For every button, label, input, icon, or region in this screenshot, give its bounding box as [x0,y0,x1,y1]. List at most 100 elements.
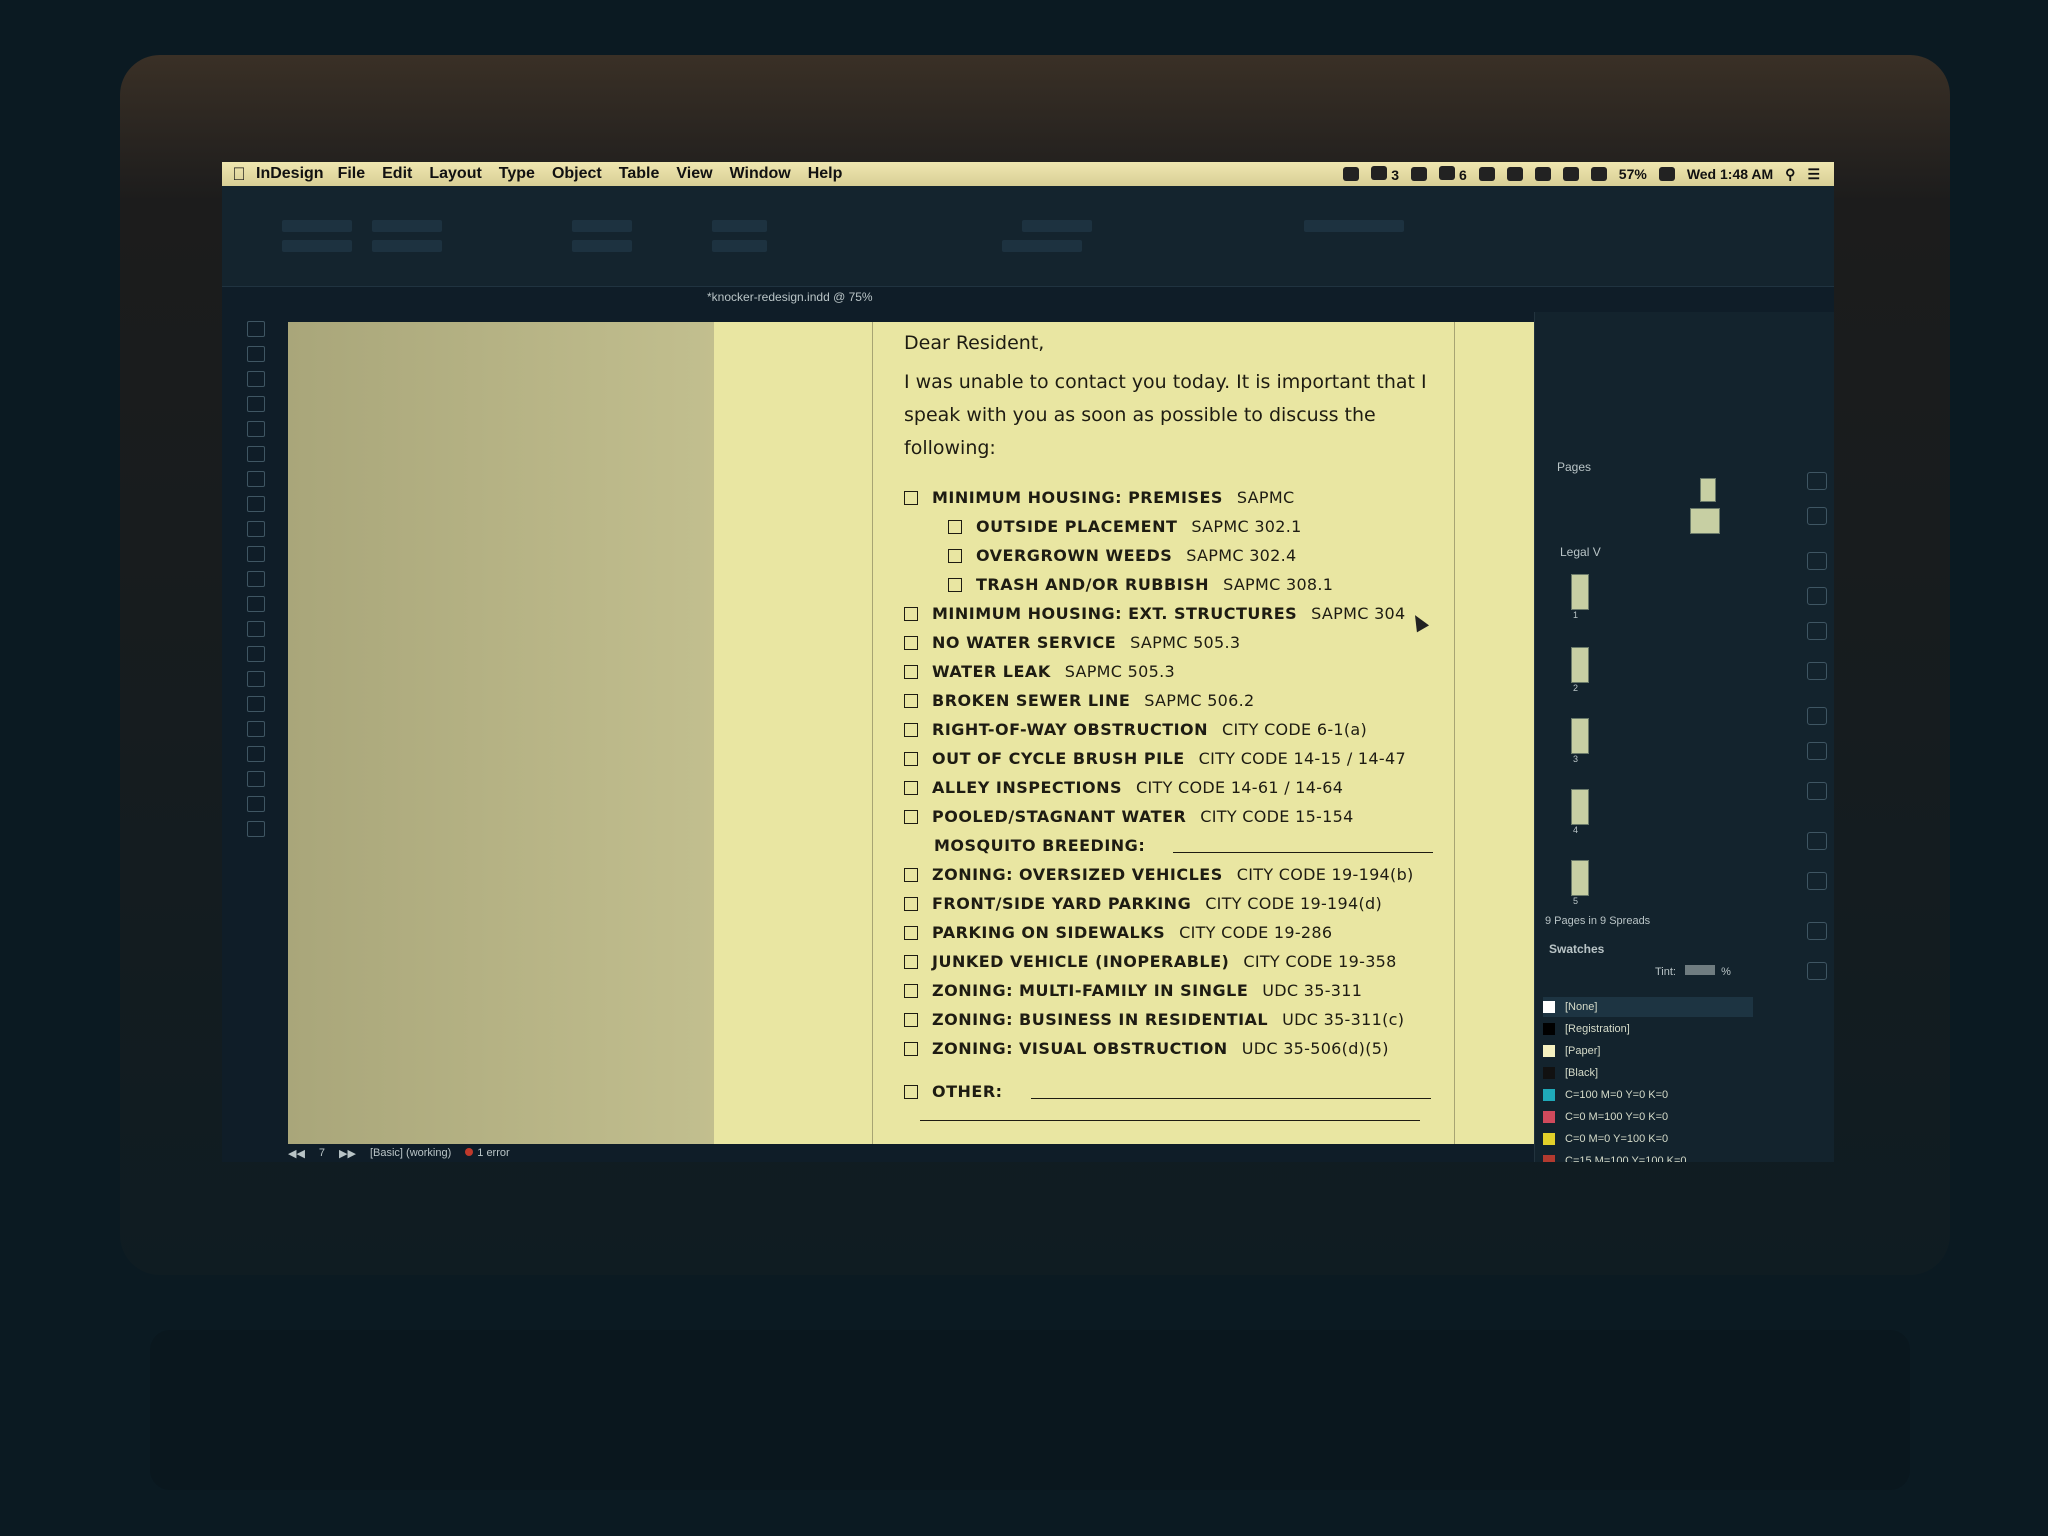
bluetooth-icon[interactable] [1534,167,1551,181]
y-position-field[interactable] [282,240,352,252]
note-tool-icon[interactable] [247,671,265,687]
menu-edit[interactable]: Edit [382,165,412,183]
next-page-icon[interactable]: ▶▶ [339,1147,356,1160]
menu-type[interactable]: Type [499,165,535,183]
links-panel-icon[interactable] [1807,507,1827,525]
menu-table[interactable]: Table [619,165,660,183]
page-thumb[interactable] [1571,574,1589,610]
dropbox-icon[interactable] [1343,167,1360,181]
menu-view[interactable]: View [676,165,712,183]
stroke-panel-icon[interactable] [1807,552,1827,570]
menu-window[interactable]: Window [730,165,791,183]
object-style-select[interactable] [1304,220,1404,232]
letter-text-frame[interactable]: Dear Resident, I was unable to contact y… [904,332,1464,1121]
stroke-weight-field[interactable] [1022,220,1092,232]
swatch-row[interactable]: C=0 M=100 Y=0 K=0 [1543,1107,1753,1127]
master-name[interactable]: Legal V [1560,545,1601,559]
menu-object[interactable]: Object [552,165,602,183]
swatch-row[interactable]: C=15 M=100 Y=100 K=0 [1543,1151,1753,1162]
preflight-status[interactable]: 1 error [465,1147,510,1159]
checkbox [948,577,962,592]
menu-layout[interactable]: Layout [429,165,481,183]
fill-stroke-icon[interactable] [247,771,265,787]
swatch-row[interactable]: [Registration] [1543,1019,1753,1039]
page-thumb[interactable] [1571,789,1589,825]
pages-panel-title[interactable]: Pages [1557,460,1591,474]
shear-field[interactable] [712,240,767,252]
pathfinder-panel-icon[interactable] [1807,742,1827,760]
content-collector-icon[interactable] [247,396,265,412]
display-icon[interactable] [1478,167,1495,181]
first-page-icon[interactable]: ◀◀ [288,1147,305,1160]
battery-percent[interactable]: 57% [1619,166,1647,182]
item-code: SAPMC 302.4 [1186,546,1297,565]
adobe-menu[interactable]: 6 [1439,165,1467,183]
hand-tool-icon[interactable] [247,721,265,737]
wifi-icon[interactable] [1562,167,1579,181]
screen-mode-icon[interactable] [247,821,265,837]
app-menu[interactable]: InDesign [256,165,324,183]
selection-tool-icon[interactable] [247,321,265,337]
menu-file[interactable]: File [338,165,366,183]
master-thumb[interactable] [1700,478,1716,502]
document-tab[interactable]: *knocker-redesign.indd @ 75% [707,290,873,304]
checklist-item-other: OTHER: [904,1077,1464,1106]
scale-x-field[interactable] [572,220,632,232]
pages-count: 9 Pages in 9 Spreads [1545,915,1651,927]
menu-help[interactable]: Help [808,165,843,183]
swatch-row[interactable]: C=100 M=0 Y=0 K=0 [1543,1085,1753,1105]
hyperlinks-icon[interactable] [1807,922,1827,940]
time-machine-icon[interactable] [1506,167,1523,181]
text-wrap-icon[interactable] [1807,832,1827,850]
scissors-tool-icon[interactable] [247,571,265,587]
free-transform-tool-icon[interactable] [247,596,265,612]
ellipse-tool-icon[interactable] [247,546,265,562]
effects-panel-icon[interactable] [1807,622,1827,640]
scale-y-field[interactable] [572,240,632,252]
notification-icon[interactable] [1411,167,1428,181]
apple-icon[interactable]:  [222,164,256,185]
cc-libraries-icon[interactable] [1807,662,1827,680]
gap-tool-icon[interactable] [247,371,265,387]
swatch-row[interactable]: [Paper] [1543,1041,1753,1061]
checkbox [904,983,918,998]
zoom-tool-icon[interactable] [247,746,265,762]
line-tool-icon[interactable] [247,446,265,462]
align-panel-icon[interactable] [1807,707,1827,725]
direct-selection-tool-icon[interactable] [247,346,265,362]
height-field[interactable] [372,240,442,252]
page-thumb[interactable] [1571,718,1589,754]
pencil-tool-icon[interactable] [247,496,265,512]
bookmarks-icon[interactable] [1807,872,1827,890]
page-thumb[interactable] [1571,860,1589,896]
stroke-type-select[interactable] [1002,240,1082,252]
character-styles-icon[interactable] [1807,962,1827,980]
clock[interactable]: Wed 1:48 AM [1687,166,1773,182]
measure-tool-icon[interactable] [247,696,265,712]
tint-field[interactable] [1685,965,1716,975]
gradient-tool-icon[interactable] [247,621,265,637]
swatch-row[interactable]: [None] [1543,997,1753,1017]
gradient-feather-tool-icon[interactable] [247,646,265,662]
rotate-field[interactable] [712,220,767,232]
color-panel-icon[interactable] [1807,587,1827,605]
preflight-profile[interactable]: [Basic] (working) [370,1147,451,1159]
swatch-row[interactable]: C=0 M=0 Y=100 K=0 [1543,1129,1753,1149]
spotlight-icon[interactable]: ⚲ [1785,166,1795,183]
creative-cloud-menu[interactable]: 3 [1371,165,1399,183]
master-spread-thumb[interactable] [1690,508,1720,534]
apply-color-icon[interactable] [247,796,265,812]
pen-tool-icon[interactable] [247,471,265,487]
swatches-panel-title[interactable]: Swatches [1549,942,1604,956]
notification-center-icon[interactable]: ☰ [1807,166,1820,183]
type-tool-icon[interactable] [247,421,265,437]
transform-panel-icon[interactable] [1807,782,1827,800]
page-number-field[interactable]: 7 [319,1147,325,1159]
swatch-row[interactable]: [Black] [1543,1063,1753,1083]
volume-icon[interactable] [1590,167,1607,181]
width-field[interactable] [372,220,442,232]
x-position-field[interactable] [282,220,352,232]
layers-panel-icon[interactable] [1807,472,1827,490]
rectangle-frame-tool-icon[interactable] [247,521,265,537]
page-thumb[interactable] [1571,647,1589,683]
